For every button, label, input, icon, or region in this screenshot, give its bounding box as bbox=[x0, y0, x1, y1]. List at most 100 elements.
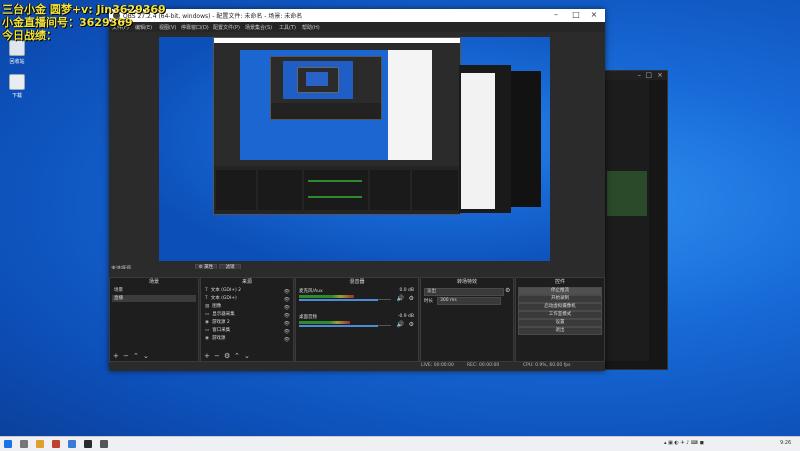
speaker-icon[interactable]: 🔊 bbox=[397, 295, 404, 302]
menu-view[interactable]: 视图(V) bbox=[159, 24, 176, 31]
start-virtual-camera-button[interactable]: 启动虚拟摄像机 bbox=[518, 303, 602, 311]
speaker-icon[interactable]: 🔊 bbox=[397, 321, 404, 328]
scenes-panel: 场景 场景 直播 + − ⌃ ⌄ bbox=[109, 277, 199, 365]
remove-scene-icon[interactable]: − bbox=[123, 352, 129, 360]
scene-item-selected[interactable]: 直播 bbox=[112, 295, 196, 302]
settings-button[interactable]: 设置 bbox=[518, 319, 602, 327]
background-app-thumbnail bbox=[607, 171, 647, 216]
transitions-panel: 转场特效 淡出 ⚙ 时长 300 ms bbox=[420, 277, 514, 365]
source-item[interactable]: ▭ 显示器采集 bbox=[203, 311, 291, 318]
desktop-icon-label: 回收站 bbox=[9, 59, 25, 65]
obs-dock-area: 场景 场景 直播 + − ⌃ ⌄ 来源 T 文本 (GDI+) 2 T 文本 (GD… bbox=[109, 269, 605, 371]
app-icon[interactable] bbox=[68, 440, 76, 448]
rec-status: REC: 00:00:00 bbox=[467, 363, 500, 368]
obs-preview[interactable] bbox=[109, 32, 605, 262]
search-icon[interactable] bbox=[20, 440, 28, 448]
cpu-status: CPU: 0.9%, 60.00 fps bbox=[523, 363, 571, 368]
exit-button[interactable]: 退出 bbox=[518, 327, 602, 335]
add-scene-icon[interactable]: + bbox=[113, 352, 119, 360]
obs-titlebar[interactable]: OBS 27.2.4 (64-bit, windows) - 配置文件: 未命名… bbox=[109, 9, 605, 22]
volume-fader[interactable] bbox=[299, 325, 378, 327]
taskbar: ▴ ▣ ◐ ✈ ♪ ⌨ ◼ 9:26 bbox=[0, 436, 800, 451]
desktop-icon-recycle-bin[interactable]: 回收站 bbox=[6, 40, 28, 65]
move-up-icon[interactable]: ⌃ bbox=[133, 352, 139, 360]
minimize-icon[interactable]: – bbox=[638, 71, 642, 79]
source-item[interactable]: T 文本 (GDI+) 2 bbox=[203, 287, 291, 294]
close-icon[interactable]: × bbox=[657, 71, 663, 79]
source-label: 游戏源 bbox=[211, 336, 226, 341]
controls-panel: 控件 停止推流 开始录制 启动虚拟摄像机 工作室模式 设置 退出 bbox=[515, 277, 605, 365]
controls-header: 控件 bbox=[554, 279, 565, 285]
sources-panel: 来源 T 文本 (GDI+) 2 T 文本 (GDI+) ▨ 图像 ▭ 显示器采集 ◉ 游… bbox=[200, 277, 294, 365]
desktop-icon-label: 下载 bbox=[11, 93, 22, 99]
start-recording-button[interactable]: 开始录制 bbox=[518, 295, 602, 303]
stop-streaming-button[interactable]: 停止推流 bbox=[518, 287, 602, 295]
menu-help[interactable]: 帮助(H) bbox=[302, 24, 320, 31]
app-icon[interactable] bbox=[52, 440, 60, 448]
source-item[interactable]: T 文本 (GDI+) bbox=[203, 295, 291, 302]
app-icon[interactable] bbox=[100, 440, 108, 448]
studio-mode-button[interactable]: 工作室模式 bbox=[518, 311, 602, 319]
source-item[interactable]: ▨ 图像 bbox=[203, 303, 291, 310]
duration-label: 时长 bbox=[424, 299, 433, 304]
source-label: 图像 bbox=[212, 304, 222, 309]
audio-level-meter bbox=[299, 321, 350, 324]
volume-fader[interactable] bbox=[299, 299, 378, 301]
transitions-header: 转场特效 bbox=[456, 279, 477, 285]
move-down-icon[interactable]: ⌄ bbox=[244, 352, 250, 360]
mixer-channel-db: -0.9 dB bbox=[397, 314, 414, 319]
obs-status-bar: LIVE: 00:00:00 REC: 00:00:00 CPU: 0.9%, … bbox=[109, 361, 605, 371]
gear-icon[interactable]: ⚙ bbox=[409, 321, 414, 328]
taskbar-clock: 9:26 bbox=[780, 440, 792, 446]
windows-start-icon[interactable] bbox=[4, 440, 12, 448]
audio-mixer-panel: 混音器 麦克风/Aux 0.0 dB 🔊 ⚙ 桌面音频 -0.9 dB 🔊 ⚙ bbox=[295, 277, 419, 365]
background-app-sidebar bbox=[605, 80, 649, 361]
source-label: 文本 (GDI+) 2 bbox=[210, 288, 242, 293]
source-label: 显示器采集 bbox=[212, 312, 235, 317]
desktop-icon-download[interactable]: 下载 bbox=[6, 74, 28, 99]
source-visibility-column[interactable]: 👁 👁 👁 👁 👁 👁 👁 bbox=[284, 288, 290, 344]
menu-scenecoll[interactable]: 场景集合(S) bbox=[245, 24, 272, 31]
gear-icon[interactable]: ⚙ bbox=[409, 295, 414, 302]
source-item[interactable]: ◉ 游戏源 2 bbox=[203, 319, 291, 326]
move-up-icon[interactable]: ⌃ bbox=[234, 352, 240, 360]
tray-icons[interactable]: ▴ ▣ ◐ ✈ ♪ ⌨ ◼ bbox=[664, 440, 704, 446]
remove-source-icon[interactable]: − bbox=[214, 352, 220, 360]
menu-docks[interactable]: 停靠窗口(D) bbox=[181, 24, 209, 31]
download-icon bbox=[9, 74, 25, 90]
duration-input[interactable]: 300 ms bbox=[437, 297, 501, 305]
nested-obs-preview bbox=[240, 50, 432, 160]
nested-obs-window bbox=[213, 37, 461, 215]
mixer-channel-name: 麦克风/Aux bbox=[299, 289, 323, 294]
source-label: 游戏源 2 bbox=[211, 320, 230, 325]
live-status: LIVE: 00:00:00 bbox=[421, 363, 454, 368]
gear-icon[interactable]: ⚙ bbox=[505, 287, 510, 294]
source-item[interactable]: ◉ 游戏源 bbox=[203, 335, 291, 342]
nested-obs-titlebar bbox=[214, 38, 460, 43]
add-source-icon[interactable]: + bbox=[204, 352, 210, 360]
file-explorer-icon[interactable] bbox=[36, 440, 44, 448]
source-settings-icon[interactable]: ⚙ bbox=[224, 352, 230, 360]
maximize-icon[interactable]: □ bbox=[567, 10, 585, 19]
source-item[interactable]: ▭ 窗口采集 bbox=[203, 327, 291, 334]
close-icon[interactable]: × bbox=[585, 10, 603, 19]
obs-menubar: 文件(F) 编辑(E) 视图(V) 停靠窗口(D) 配置文件(P) 场景集合(S… bbox=[109, 22, 605, 32]
audio-level-meter bbox=[299, 295, 354, 298]
move-down-icon[interactable]: ⌄ bbox=[143, 352, 149, 360]
overlay-line-3: 今日战绩： bbox=[2, 29, 57, 42]
transition-select[interactable]: 淡出 bbox=[424, 288, 504, 296]
scene-item[interactable]: 场景 bbox=[112, 287, 196, 294]
menu-profile[interactable]: 配置文件(P) bbox=[213, 24, 240, 31]
nested-obs-dock bbox=[214, 166, 460, 214]
maximize-icon[interactable]: □ bbox=[645, 71, 652, 79]
menu-tools[interactable]: 工具(T) bbox=[279, 24, 296, 31]
source-label: 文本 (GDI+) bbox=[210, 296, 237, 301]
obs-taskbar-icon[interactable] bbox=[84, 440, 92, 448]
minimize-icon[interactable]: – bbox=[547, 10, 565, 19]
mixer-header: 混音器 bbox=[349, 279, 365, 285]
obs-window[interactable]: OBS 27.2.4 (64-bit, windows) - 配置文件: 未命名… bbox=[109, 9, 605, 371]
menu-edit[interactable]: 编辑(E) bbox=[135, 24, 152, 31]
mixer-channel-name: 桌面音频 bbox=[299, 315, 317, 320]
preview-desktop-capture bbox=[159, 37, 550, 261]
scenes-header: 场景 bbox=[148, 279, 159, 285]
